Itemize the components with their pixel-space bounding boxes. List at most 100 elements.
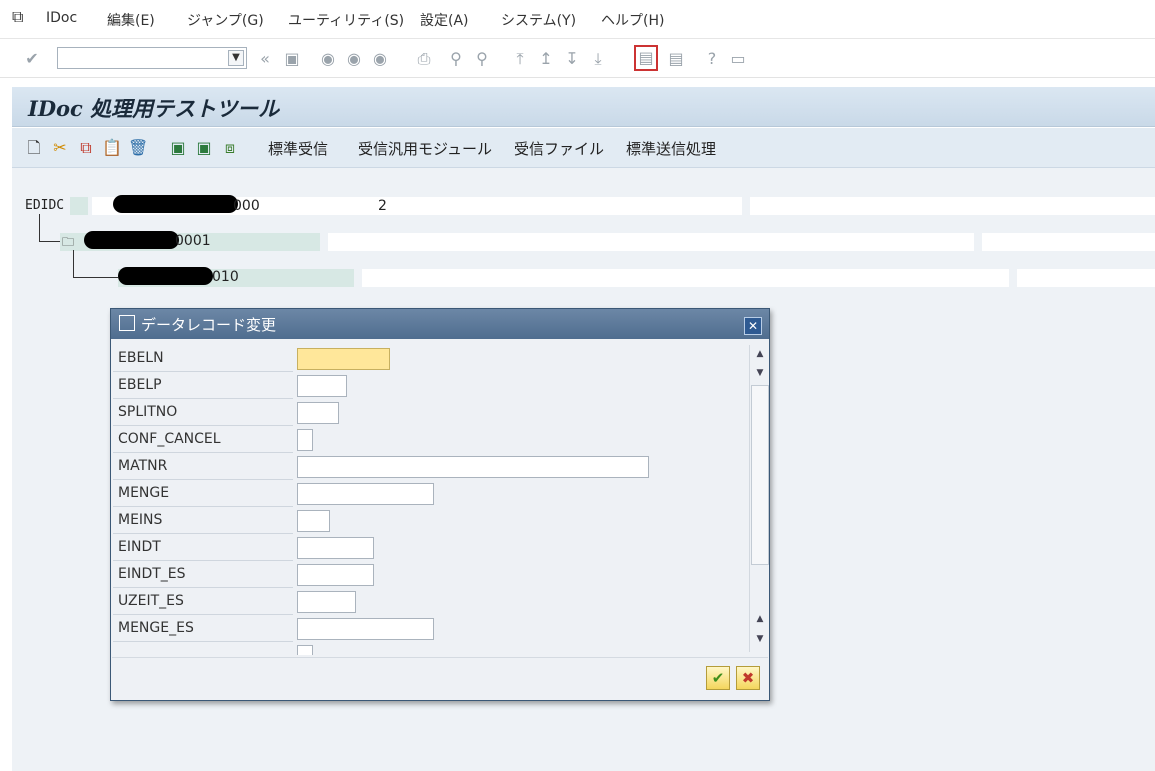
layout-icon[interactable]: ▭	[728, 49, 748, 69]
scroll-page-down-icon[interactable]: ▼	[754, 367, 766, 379]
data-record-dialog: データレコード変更 ✕ EBELN EBELP SPLITNO CONF_CAN…	[110, 308, 770, 701]
find-icon[interactable]: ⚲	[446, 49, 466, 69]
menge-es-field[interactable]	[297, 618, 434, 640]
tree-root-field-extra	[750, 197, 1155, 215]
field-list: EBELN EBELP SPLITNO CONF_CANCEL MATNR ME…	[113, 345, 749, 655]
tree-root-label-bg	[70, 197, 88, 215]
application-toolbar: 🗋 ✂ ⧉ 📋 🗑 ▣ ▣ ⧈ 標準受信 受信汎用モジュール 受信ファイル 標準…	[12, 128, 1155, 168]
scroll-up-icon[interactable]: ▲	[754, 348, 766, 360]
new-document-icon[interactable]: 🗋	[24, 138, 44, 158]
tree-child1-field-extra	[982, 233, 1155, 251]
field-row: EBELP	[113, 372, 293, 399]
check-icon[interactable]: ✔	[22, 49, 42, 69]
tree-root-value: 000	[233, 198, 260, 214]
field-row: MENGE_ES	[113, 615, 293, 642]
field-label: EINDT	[118, 539, 161, 555]
field-row: MENGE	[113, 480, 293, 507]
uzeit-es-field[interactable]	[297, 591, 356, 613]
eindt-field[interactable]	[297, 537, 374, 559]
back-icon[interactable]: «	[255, 49, 275, 69]
tree-child1-field	[328, 233, 974, 251]
field-label: UZEIT_ES	[118, 593, 184, 609]
confirm-button[interactable]: ✔	[706, 666, 730, 690]
next-page-icon[interactable]: ↧	[562, 49, 582, 69]
print-icon[interactable]: ⎙	[414, 49, 434, 69]
redaction-mark	[118, 267, 213, 285]
close-icon[interactable]: ✕	[744, 317, 762, 335]
first-page-icon[interactable]: ⤒	[510, 49, 530, 69]
cut-icon[interactable]: ✂	[50, 138, 70, 158]
standard-toolbar: ✔ ▼ « ▣ ◉ ◉ ◉ ⎙ ⚲ ⚲ ⤒ ↥ ↧ ⤓ ▤ ▤ ? ▭	[0, 38, 1155, 78]
field-row: EINDT	[113, 534, 293, 561]
find-next-icon[interactable]: ⚲	[472, 49, 492, 69]
matnr-field[interactable]	[297, 456, 649, 478]
field-row: MEINS	[113, 507, 293, 534]
conf-cancel-field[interactable]	[297, 429, 313, 451]
eindt-es-field[interactable]	[297, 564, 374, 586]
tree-child2-field-extra	[1017, 269, 1155, 287]
tree-connector	[73, 250, 74, 277]
nav-cancel-icon[interactable]: ◉	[370, 49, 390, 69]
redaction-mark	[84, 231, 179, 249]
scroll-down-icon[interactable]: ▼	[754, 633, 766, 645]
prev-page-icon[interactable]: ↥	[536, 49, 556, 69]
page-title: IDoc 処理用テストツール	[28, 96, 280, 121]
field-label: MENGE	[118, 485, 170, 501]
menge-field[interactable]	[297, 483, 434, 505]
save-icon[interactable]: ▣	[282, 49, 302, 69]
standard-outbound-button[interactable]: 標準送信処理	[626, 138, 716, 159]
cancel-button[interactable]: ✖	[736, 666, 760, 690]
tree-connector	[73, 277, 118, 278]
menu-idoc[interactable]: IDoc	[46, 10, 77, 26]
menu-system[interactable]: システム(Y)	[501, 10, 576, 30]
tree-root-label[interactable]: EDIDC	[25, 198, 64, 213]
menu-help[interactable]: ヘルプ(H)	[601, 10, 664, 30]
title-bar: IDoc 処理用テストツール	[12, 87, 1155, 127]
dialog-footer: ✔ ✖	[112, 657, 768, 700]
last-page-icon[interactable]: ⤓	[588, 49, 608, 69]
field-label: SPLITNO	[118, 404, 178, 420]
command-field[interactable]: ▼	[57, 47, 247, 69]
scroll-thumb[interactable]	[751, 385, 769, 565]
expand-icon[interactable]: ▣	[168, 138, 188, 158]
menu-edit[interactable]: 編集(E)	[107, 10, 155, 30]
field-row: EINDT_ES	[113, 561, 293, 588]
partial-field[interactable]	[297, 645, 313, 655]
menu-icon[interactable]: ⧉	[12, 7, 23, 27]
field-row: MATNR	[113, 453, 293, 480]
tree-root-count: 2	[378, 198, 387, 214]
delete-icon[interactable]: 🗑	[128, 138, 148, 158]
paste-icon[interactable]: 📋	[102, 138, 122, 158]
field-label: MATNR	[118, 458, 168, 474]
menu-utilities[interactable]: ユーティリティ(S)	[288, 10, 404, 30]
menu-settings[interactable]: 設定(A)	[420, 10, 469, 30]
standard-inbound-button[interactable]: 標準受信	[268, 138, 328, 159]
inbound-function-module-button[interactable]: 受信汎用モジュール	[358, 138, 492, 159]
inbound-file-button[interactable]: 受信ファイル	[514, 138, 604, 159]
new-session-icon[interactable]: ▤	[634, 45, 658, 71]
field-row-partial	[113, 642, 293, 655]
tree-child2-field	[362, 269, 1009, 287]
chevron-down-icon[interactable]: ▼	[228, 50, 244, 66]
hierarchy-icon[interactable]: ⧈	[220, 138, 240, 158]
field-row: CONF_CANCEL	[113, 426, 293, 453]
ebelp-field[interactable]	[297, 375, 347, 397]
meins-field[interactable]	[297, 510, 330, 532]
field-row: EBELN	[113, 345, 293, 372]
ebeln-field[interactable]	[297, 348, 390, 370]
menu-jump[interactable]: ジャンプ(G)	[187, 10, 264, 30]
nav-exit-icon[interactable]: ◉	[344, 49, 364, 69]
tree-connector	[39, 241, 61, 242]
splitno-field[interactable]	[297, 402, 339, 424]
dialog-header: データレコード変更 ✕	[111, 309, 769, 339]
shortcut-icon[interactable]: ▤	[666, 49, 686, 69]
scroll-page-up-icon[interactable]: ▲	[754, 613, 766, 625]
help-icon[interactable]: ?	[702, 49, 722, 69]
nav-back-icon[interactable]: ◉	[318, 49, 338, 69]
field-label: MEINS	[118, 512, 163, 528]
vertical-scrollbar[interactable]: ▲ ▼ ▲ ▼	[749, 345, 769, 652]
collapse-icon[interactable]: ▣	[194, 138, 214, 158]
tree-connector	[39, 214, 40, 241]
dialog-icon	[119, 315, 135, 331]
copy-icon[interactable]: ⧉	[76, 138, 96, 158]
